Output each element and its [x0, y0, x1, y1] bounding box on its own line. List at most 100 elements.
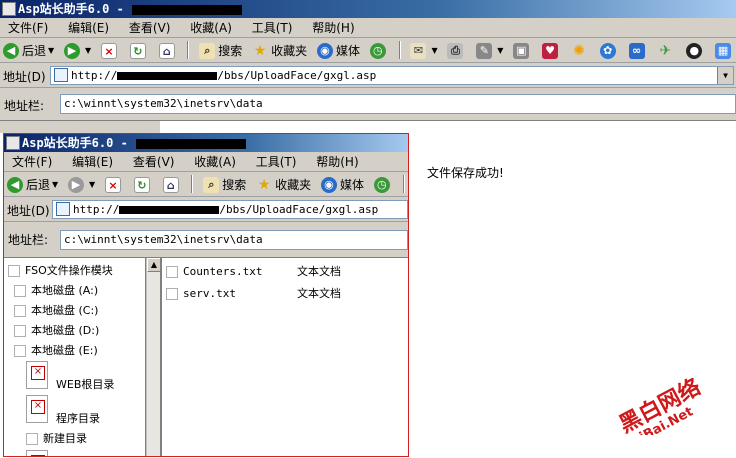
link-button[interactable]: ∞	[626, 38, 651, 62]
address-bar: 地址(D) http:///bbs/UploadFace/gxgl.asp	[4, 197, 408, 222]
heibai-watermark: 黑白网络 HeiBai.Net	[615, 374, 705, 435]
page-icon	[56, 202, 70, 216]
stop-button[interactable]: ×	[98, 38, 123, 62]
home-button[interactable]: ⌂	[160, 172, 185, 196]
sun-button[interactable]: ✺	[568, 38, 593, 62]
messenger-button[interactable]: ▣	[510, 38, 535, 62]
file-name: Counters.txt	[183, 265, 263, 278]
print-button[interactable]: ⎙	[444, 38, 469, 62]
menu-favorites[interactable]: 收藏(A)	[186, 152, 244, 172]
page-icon	[54, 68, 68, 82]
address-label: 地址(D)	[3, 70, 46, 84]
path-input[interactable]: c:\winnt\system32\inetsrv\data	[60, 94, 736, 114]
tree-drive-c[interactable]: 本地磁盘 (C:)	[14, 304, 98, 318]
broken-image-icon	[26, 395, 48, 423]
menu-tools[interactable]: 工具(T)	[244, 18, 301, 38]
refresh-button[interactable]: ↻	[131, 172, 156, 196]
chevron-down-icon: ▼	[85, 46, 92, 55]
tree-scrollbar[interactable]: ▲	[146, 258, 161, 456]
menu-view[interactable]: 查看(V)	[125, 152, 183, 172]
forward-button[interactable]: ▶ ▼	[61, 38, 94, 62]
history-button[interactable]: ◷	[371, 172, 396, 196]
tree-drive-e[interactable]: 本地磁盘 (E:)	[14, 344, 98, 358]
drive-icon	[14, 325, 26, 337]
qq-penguin-icon: ●	[686, 42, 703, 59]
scroll-up-icon[interactable]: ▲	[147, 258, 161, 272]
path-label: 地址栏:	[8, 233, 49, 247]
sun-icon: ✺	[573, 42, 585, 59]
redacted-host	[119, 206, 220, 214]
redacted-host	[117, 72, 218, 80]
menu-view[interactable]: 查看(V)	[121, 18, 179, 38]
history-button[interactable]: ◷	[367, 38, 392, 62]
home-button[interactable]: ⌂	[156, 38, 181, 62]
chevron-down-icon: ▼	[431, 46, 438, 55]
text-file-icon	[166, 266, 178, 278]
media-button[interactable]: ◉ 媒体	[318, 172, 367, 196]
back-button[interactable]: ◀ 后退 ▼	[0, 38, 57, 62]
toolbar-separator	[187, 41, 190, 59]
menu-bar: 文件(F) 编辑(E) 查看(V) 收藏(A) 工具(T) 帮助(H)	[4, 152, 408, 172]
address-dropdown-button[interactable]: ▼	[717, 67, 733, 84]
favorites-button[interactable]: ★ 收藏夹	[249, 38, 310, 62]
tree-drive-a[interactable]: 本地磁盘 (A:)	[14, 284, 98, 298]
home-icon: ⌂	[162, 176, 179, 193]
mail-icon: ✉	[410, 42, 427, 59]
path-bar: 地址栏: c:\winnt\system32\inetsrv\data	[4, 223, 408, 258]
menu-help[interactable]: 帮助(H)	[308, 152, 366, 172]
chevron-down-icon: ▼	[52, 180, 59, 189]
tree-root[interactable]: FSO文件操作模块	[8, 264, 113, 278]
stop-button[interactable]: ×	[102, 172, 127, 196]
search-icon: ⌕	[199, 42, 216, 59]
qq-button[interactable]: ●	[683, 38, 708, 62]
address-input[interactable]: http:///bbs/UploadFace/gxgl.asp	[52, 200, 408, 219]
back-arrow-icon: ◀	[3, 42, 19, 59]
file-row[interactable]: serv.txt 文本文档	[166, 286, 341, 302]
menu-file[interactable]: 文件(F)	[4, 152, 60, 172]
refresh-icon: ↻	[129, 42, 146, 59]
favorites-button[interactable]: ★ 收藏夹	[253, 172, 314, 196]
bird-button[interactable]: ✈	[654, 38, 679, 62]
tree-program-dir[interactable]: 程序目录	[56, 412, 100, 426]
media-button[interactable]: ◉ 媒体	[314, 38, 363, 62]
edit-button[interactable]: ✎ ▼	[473, 38, 506, 62]
chevron-down-icon: ▼	[48, 46, 55, 55]
flower-button[interactable]: ✿	[597, 38, 622, 62]
app-icon	[2, 2, 16, 16]
file-row[interactable]: Counters.txt 文本文档	[166, 264, 341, 280]
broken-image-icon	[26, 361, 48, 389]
path-label: 地址栏:	[4, 99, 45, 113]
title-bar: Asp站长助手6.0 -	[4, 134, 408, 152]
title-bar: Asp站长助手6.0 -	[0, 0, 736, 18]
menu-file[interactable]: 文件(F)	[0, 18, 56, 38]
refresh-button[interactable]: ↻	[127, 38, 152, 62]
menu-favorites[interactable]: 收藏(A)	[182, 18, 240, 38]
tree-web-root[interactable]: WEB根目录	[56, 378, 114, 392]
address-input[interactable]: http:///bbs/UploadFace/gxgl.asp ▼	[50, 66, 734, 85]
history-icon: ◷	[369, 42, 386, 59]
grid-button[interactable]: ▦	[712, 38, 736, 62]
menu-help[interactable]: 帮助(H)	[304, 18, 362, 38]
drive-icon	[14, 345, 26, 357]
path-input[interactable]: c:\winnt\system32\inetsrv\data	[60, 230, 408, 250]
media-globe-icon: ◉	[320, 176, 337, 193]
tree-new-dir[interactable]: 新建目录	[26, 432, 87, 446]
back-button[interactable]: ◀ 后退 ▼	[4, 172, 61, 196]
bird-icon: ✈	[659, 42, 672, 59]
search-button[interactable]: ⌕ 搜索	[196, 38, 245, 62]
mail-button[interactable]: ✉ ▼	[407, 38, 440, 62]
menu-edit[interactable]: 编辑(E)	[64, 152, 121, 172]
shield-button[interactable]: ♥	[539, 38, 564, 62]
folder-icon	[8, 265, 20, 277]
menu-bar: 文件(F) 编辑(E) 查看(V) 收藏(A) 工具(T) 帮助(H)	[0, 18, 736, 38]
tree-drive-d[interactable]: 本地磁盘 (D:)	[14, 324, 99, 338]
broken-image-icon	[26, 450, 48, 456]
search-button[interactable]: ⌕ 搜索	[200, 172, 249, 196]
forward-button[interactable]: ▶ ▼	[65, 172, 98, 196]
background-tree-pane	[0, 121, 160, 133]
text-file-icon	[166, 288, 178, 300]
media-globe-icon: ◉	[316, 42, 333, 59]
menu-edit[interactable]: 编辑(E)	[60, 18, 117, 38]
toolbar-separator	[191, 175, 194, 193]
menu-tools[interactable]: 工具(T)	[248, 152, 305, 172]
